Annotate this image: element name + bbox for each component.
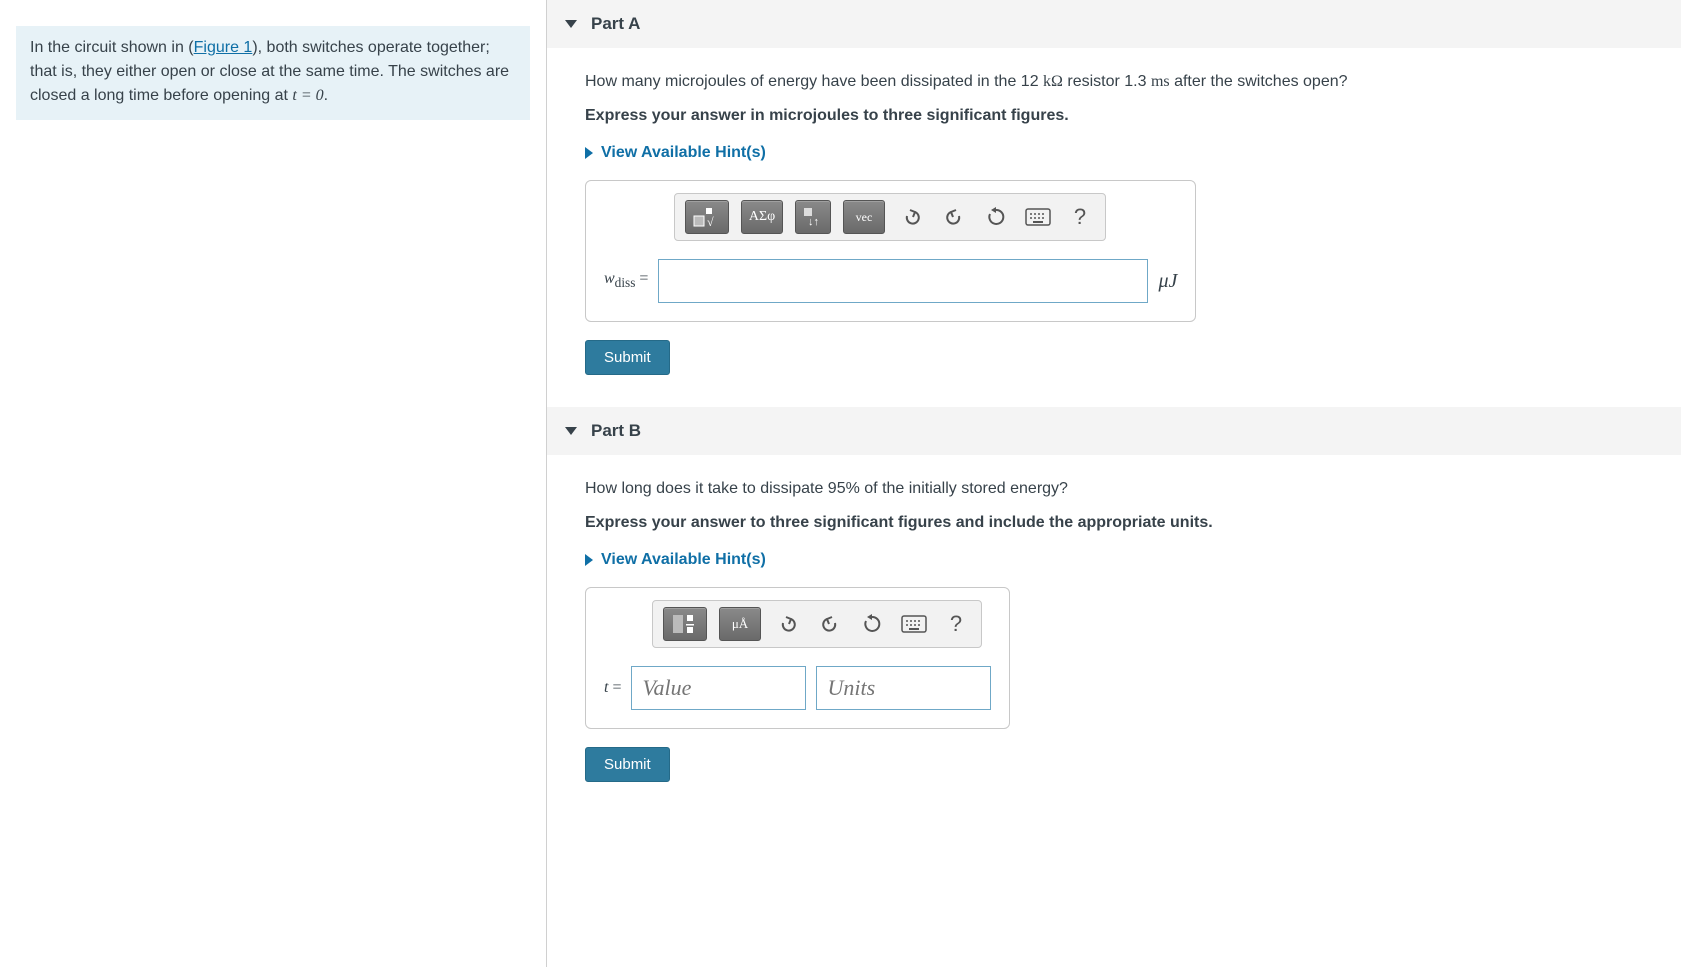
reset-button[interactable] — [857, 607, 887, 641]
keyboard-button[interactable] — [1023, 200, 1053, 234]
help-button[interactable]: ? — [941, 607, 971, 641]
part-b-toolbar: μÅ ? — [652, 600, 982, 648]
keyboard-button[interactable] — [899, 607, 929, 641]
figure-link[interactable]: Figure 1 — [194, 39, 253, 56]
problem-statement: In the circuit shown in (Figure 1), both… — [16, 26, 530, 120]
part-a-submit-button[interactable]: Submit — [585, 340, 670, 375]
part-b-submit-button[interactable]: Submit — [585, 747, 670, 782]
part-a: Part A How many microjoules of energy ha… — [547, 0, 1681, 397]
part-b-hints-toggle[interactable]: View Available Hint(s) — [585, 551, 1655, 569]
part-b-header[interactable]: Part B — [547, 407, 1681, 455]
part-b-instruction: Express your answer to three significant… — [585, 511, 1655, 535]
reset-button[interactable] — [981, 200, 1011, 234]
part-a-header[interactable]: Part A — [547, 0, 1681, 48]
greek-button[interactable]: ΑΣφ — [741, 200, 783, 234]
chevron-right-icon — [585, 147, 593, 159]
part-a-instruction: Express your answer in microjoules to th… — [585, 104, 1655, 128]
part-a-answer-box: √ ΑΣφ ↓↑ vec — [585, 180, 1196, 322]
help-button[interactable]: ? — [1065, 200, 1095, 234]
fraction-button[interactable] — [663, 607, 707, 641]
part-a-toolbar: √ ΑΣφ ↓↑ vec — [674, 193, 1106, 241]
problem-text-3: . — [324, 87, 328, 104]
part-b-answer-label: t = — [604, 679, 621, 697]
vector-button[interactable]: vec — [843, 200, 885, 234]
chevron-down-icon — [565, 20, 577, 28]
parts-column: Part A How many microjoules of energy ha… — [547, 0, 1681, 967]
part-b-answer-box: μÅ ? — [585, 587, 1010, 729]
redo-button[interactable] — [815, 607, 845, 641]
chevron-down-icon — [565, 427, 577, 435]
part-b-value-input[interactable] — [631, 666, 806, 710]
undo-button[interactable] — [897, 200, 927, 234]
chevron-right-icon — [585, 554, 593, 566]
part-a-answer-label: wdiss = — [604, 270, 648, 291]
problem-equation: t = 0 — [292, 87, 323, 104]
redo-button[interactable] — [939, 200, 969, 234]
part-b-title: Part B — [591, 421, 641, 441]
part-a-hints-toggle[interactable]: View Available Hint(s) — [585, 144, 1655, 162]
part-a-unit: μJ — [1158, 270, 1177, 293]
undo-button[interactable] — [773, 607, 803, 641]
part-a-title: Part A — [591, 14, 640, 34]
svg-text:↓↑: ↓↑ — [808, 216, 819, 228]
subscript-button[interactable]: ↓↑ — [795, 200, 831, 234]
problem-text-1: In the circuit shown in ( — [30, 39, 194, 56]
part-a-answer-input[interactable] — [658, 259, 1148, 303]
part-a-question: How many microjoules of energy have been… — [585, 70, 1655, 94]
part-b-question: How long does it take to dissipate 95% o… — [585, 477, 1655, 501]
part-b: Part B How long does it take to dissipat… — [547, 407, 1681, 804]
problem-sidebar: In the circuit shown in (Figure 1), both… — [0, 0, 547, 967]
units-button[interactable]: μÅ — [719, 607, 761, 641]
part-b-units-input[interactable] — [816, 666, 991, 710]
svg-text:√: √ — [707, 215, 714, 228]
template-button[interactable]: √ — [685, 200, 729, 234]
